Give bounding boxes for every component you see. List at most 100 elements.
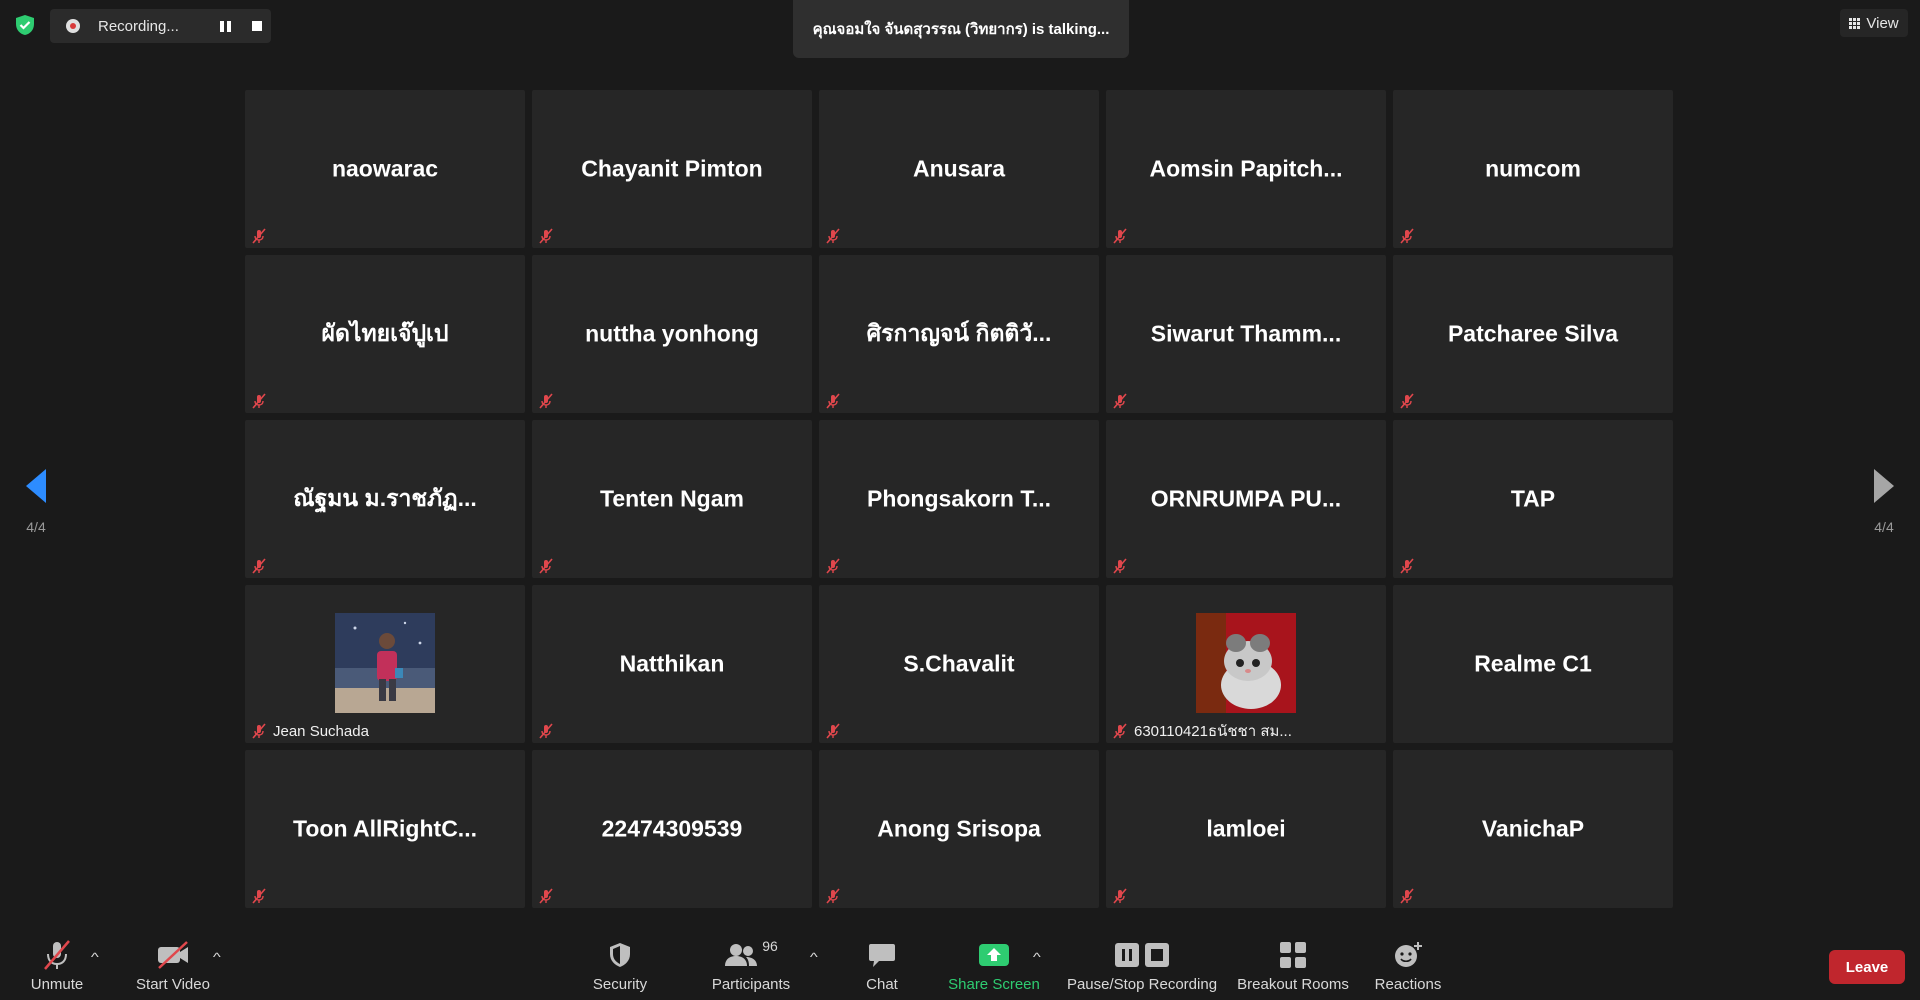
participant-tile[interactable]: 630110421ธนัชชา สม... bbox=[1106, 585, 1386, 743]
muted-mic-icon bbox=[826, 558, 840, 574]
participant-tile[interactable]: Aomsin Papitch... bbox=[1106, 90, 1386, 248]
muted-mic-icon bbox=[1113, 888, 1127, 904]
reactions-button[interactable]: Reactions bbox=[1373, 938, 1443, 1000]
participant-tile[interactable]: lamloei bbox=[1106, 750, 1386, 908]
active-speaker-banner: คุณจอมใจ จันดสุวรรณ (วิทยากร) is talking… bbox=[793, 0, 1129, 58]
unmute-button[interactable]: Unmute bbox=[24, 938, 90, 1000]
tile-footer bbox=[251, 226, 267, 246]
muted-mic-icon bbox=[40, 938, 74, 972]
muted-mic-icon bbox=[826, 393, 840, 409]
participants-options-caret-icon[interactable]: ^ bbox=[810, 950, 818, 964]
participant-name: VanichaP bbox=[1481, 815, 1585, 842]
tile-footer: Jean Suchada bbox=[251, 721, 369, 741]
breakout-rooms-button[interactable]: Breakout Rooms bbox=[1236, 938, 1350, 1000]
participant-name: Phongsakorn T... bbox=[866, 485, 1052, 512]
participant-tile[interactable]: VanichaP bbox=[1393, 750, 1673, 908]
audio-options-caret-icon[interactable]: ^ bbox=[91, 950, 99, 964]
participant-tile[interactable]: nuttha yonhong bbox=[532, 255, 812, 413]
participant-name: Toon AllRightC... bbox=[293, 815, 477, 842]
share-screen-label: Share Screen bbox=[948, 976, 1040, 993]
participant-name: Anusara bbox=[912, 155, 1006, 182]
chat-button[interactable]: Chat bbox=[862, 938, 902, 1000]
encryption-shield-icon[interactable] bbox=[14, 14, 36, 36]
participant-tile[interactable]: Anong Srisopa bbox=[819, 750, 1099, 908]
muted-mic-icon bbox=[539, 558, 553, 574]
share-screen-button[interactable]: Share Screen bbox=[948, 938, 1040, 1000]
participant-tile[interactable]: naowarac bbox=[245, 90, 525, 248]
view-label: View bbox=[1866, 14, 1899, 32]
security-label: Security bbox=[592, 976, 648, 993]
left-arrow-icon bbox=[26, 469, 46, 503]
leave-button[interactable]: Leave bbox=[1829, 950, 1905, 984]
participant-tile[interactable]: ศิรกาญจน์ กิตติวั... bbox=[819, 255, 1099, 413]
muted-mic-icon bbox=[252, 888, 266, 904]
smiley-plus-icon bbox=[1393, 938, 1423, 972]
tile-footer bbox=[538, 226, 554, 246]
participant-tile[interactable]: Phongsakorn T... bbox=[819, 420, 1099, 578]
profile-photo-person bbox=[335, 613, 435, 713]
muted-mic-icon bbox=[1400, 558, 1414, 574]
share-screen-arrow-icon bbox=[978, 938, 1010, 972]
participant-tile[interactable]: TAP bbox=[1393, 420, 1673, 578]
participant-tile[interactable]: Chayanit Pimton bbox=[532, 90, 812, 248]
muted-mic-icon bbox=[826, 888, 840, 904]
video-options-caret-icon[interactable]: ^ bbox=[213, 950, 221, 964]
participant-tile[interactable]: 22474309539 bbox=[532, 750, 812, 908]
participant-tile[interactable]: S.Chavalit bbox=[819, 585, 1099, 743]
participant-tile[interactable]: ORNRUMPA PU... bbox=[1106, 420, 1386, 578]
avatar bbox=[335, 613, 435, 713]
participant-tile[interactable]: numcom bbox=[1393, 90, 1673, 248]
pause-stop-recording-button[interactable]: Pause/Stop Recording bbox=[1066, 938, 1218, 1000]
participant-name: S.Chavalit bbox=[903, 650, 1015, 677]
tile-footer bbox=[538, 556, 554, 576]
muted-mic-icon bbox=[1400, 393, 1414, 409]
participant-tile[interactable]: Natthikan bbox=[532, 585, 812, 743]
participant-tile[interactable]: ณัฐมน ม.ราชภัฏ... bbox=[245, 420, 525, 578]
participants-label: Participants bbox=[711, 976, 791, 993]
recording-dot-icon bbox=[66, 19, 80, 33]
next-page-button[interactable]: 4/4 bbox=[1848, 446, 1920, 556]
participant-tile[interactable]: Patcharee Silva bbox=[1393, 255, 1673, 413]
participant-count: 96 bbox=[762, 938, 778, 954]
participant-tile[interactable]: Siwarut Thamm... bbox=[1106, 255, 1386, 413]
stop-icon bbox=[252, 21, 262, 31]
participant-tile[interactable]: Tenten Ngam bbox=[532, 420, 812, 578]
tile-footer bbox=[1399, 556, 1415, 576]
participant-tile[interactable]: Jean Suchada bbox=[245, 585, 525, 743]
start-video-button[interactable]: Start Video bbox=[133, 938, 213, 1000]
participants-button[interactable]: 96 Participants bbox=[706, 938, 796, 1000]
muted-mic-icon bbox=[1113, 558, 1127, 574]
participant-tile[interactable]: Anusara bbox=[819, 90, 1099, 248]
participant-footer-name: Jean Suchada bbox=[273, 722, 369, 740]
video-off-icon bbox=[155, 938, 191, 972]
muted-mic-icon bbox=[252, 723, 266, 739]
pause-stop-recording-label: Pause/Stop Recording bbox=[1066, 976, 1218, 993]
participant-name: Patcharee Silva bbox=[1447, 320, 1619, 347]
tile-footer bbox=[1112, 556, 1128, 576]
share-options-caret-icon[interactable]: ^ bbox=[1033, 950, 1041, 964]
participant-name: naowarac bbox=[331, 155, 439, 182]
muted-mic-icon bbox=[539, 228, 553, 244]
chat-label: Chat bbox=[866, 976, 898, 993]
pause-recording-button[interactable] bbox=[212, 13, 238, 39]
participant-name: Realme C1 bbox=[1474, 650, 1592, 677]
muted-mic-icon bbox=[826, 723, 840, 739]
view-button[interactable]: View bbox=[1840, 9, 1908, 37]
stop-recording-button[interactable] bbox=[244, 13, 270, 39]
previous-page-button[interactable]: 4/4 bbox=[0, 446, 72, 556]
participant-name: nuttha yonhong bbox=[585, 320, 759, 347]
pause-icon bbox=[219, 20, 231, 32]
tile-footer bbox=[825, 721, 841, 741]
participant-tile[interactable]: Toon AllRightC... bbox=[245, 750, 525, 908]
tile-footer bbox=[825, 391, 841, 411]
muted-mic-icon bbox=[1113, 723, 1127, 739]
participant-name: ณัฐมน ม.ราชภัฏ... bbox=[293, 485, 477, 511]
security-button[interactable]: Security bbox=[585, 938, 655, 1000]
participant-tile[interactable]: Realme C1 bbox=[1393, 585, 1673, 743]
participant-tile[interactable]: ผัดไทยเจ๊ปูเป bbox=[245, 255, 525, 413]
tile-footer bbox=[251, 556, 267, 576]
page-indicator-left: 4/4 bbox=[26, 519, 46, 535]
people-icon: 96 bbox=[724, 938, 778, 972]
recording-label: Recording... bbox=[98, 17, 179, 35]
tile-footer bbox=[825, 886, 841, 906]
